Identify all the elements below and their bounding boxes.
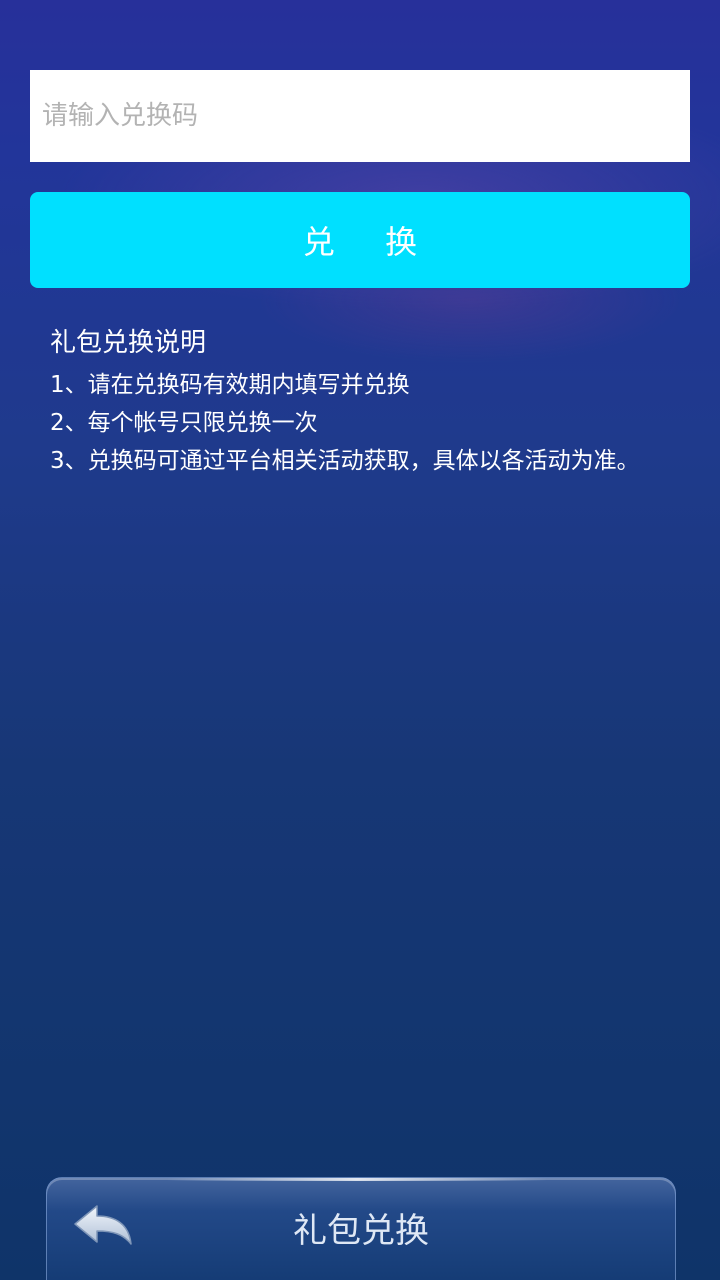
bar-highlight — [167, 1178, 547, 1181]
bottom-nav-bar: 礼包兑换 — [46, 1177, 676, 1280]
page-title: 礼包兑换 — [293, 1211, 429, 1251]
redeem-code-input[interactable] — [30, 70, 690, 162]
instruction-item: 2、每个帐号只限兑换一次 — [50, 410, 318, 436]
instruction-item: 1、请在兑换码有效期内填写并兑换 — [50, 372, 410, 398]
instructions-panel: 礼包兑换说明 1、请在兑换码有效期内填写并兑换 2、每个帐号只限兑换一次 3、兑… — [50, 322, 690, 480]
instructions-title: 礼包兑换说明 — [50, 328, 207, 358]
redeem-button[interactable]: 兑 换 — [30, 192, 690, 288]
instruction-item: 3、兑换码可通过平台相关活动获取，具体以各活动为准。 — [50, 448, 640, 474]
